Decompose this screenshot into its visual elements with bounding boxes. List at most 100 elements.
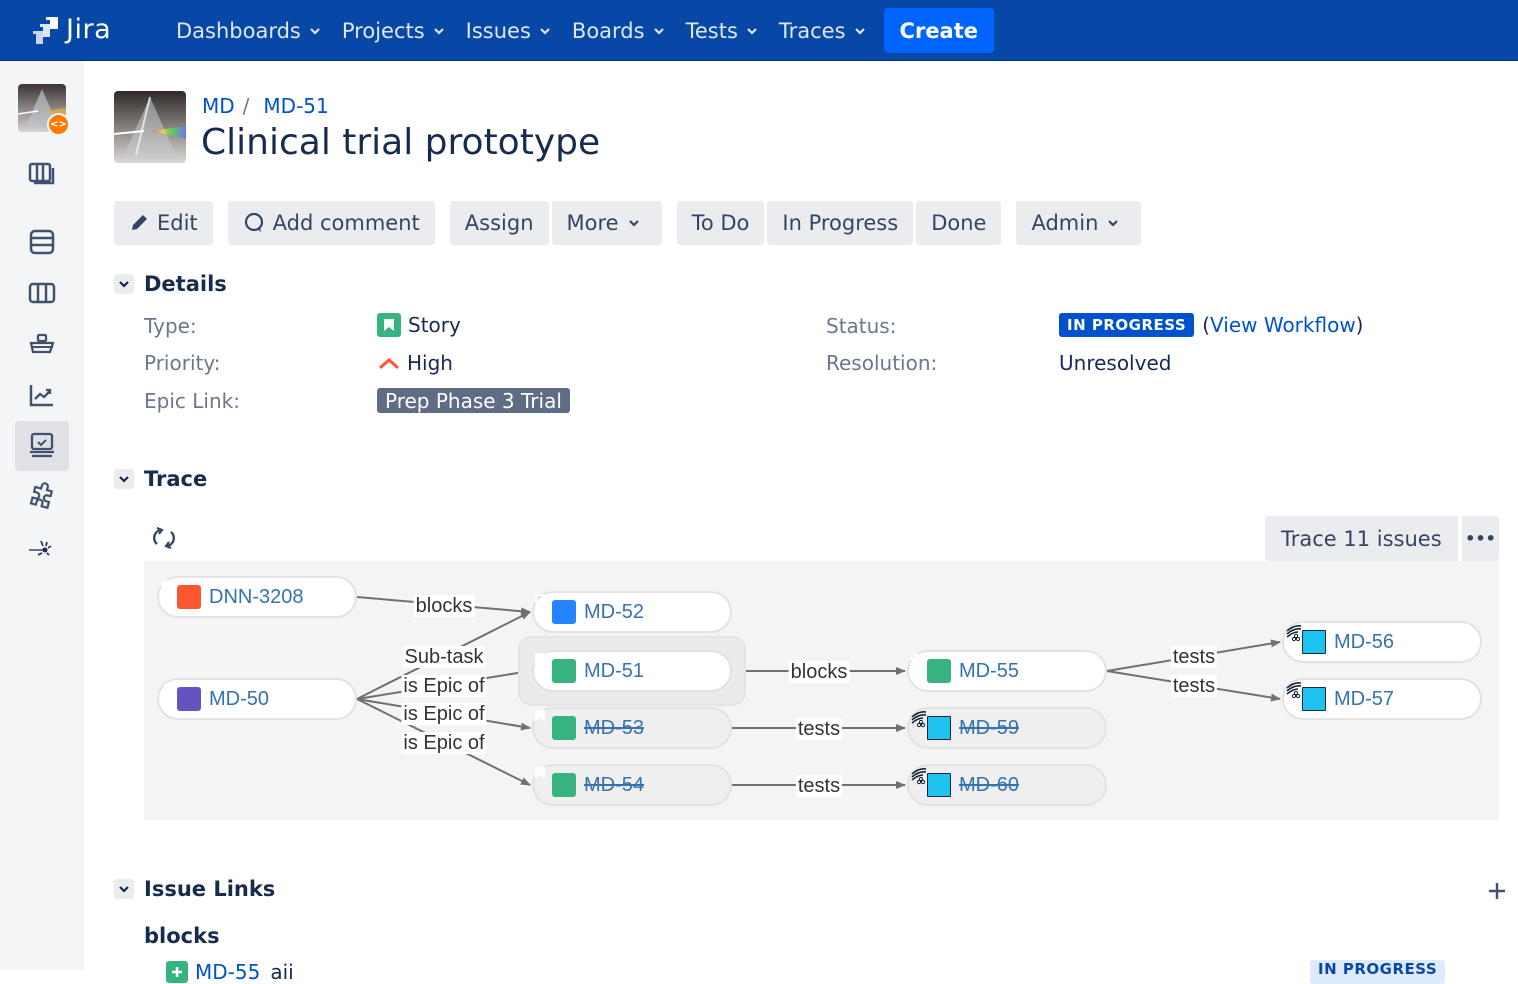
trace-section-header[interactable]: Trace (114, 467, 207, 491)
jira-logo-text: Jira (66, 14, 112, 45)
sidebar-item-releases[interactable] (15, 319, 69, 369)
collapse-toggle-icon[interactable] (114, 274, 134, 294)
trace-issues-button[interactable]: Trace 11 issues (1265, 516, 1458, 561)
refresh-icon[interactable] (151, 525, 177, 551)
collapse-toggle-icon[interactable] (114, 879, 134, 899)
edit-button-label: Edit (157, 211, 198, 235)
trace-node-dnn-3208[interactable]: DNN-3208 (157, 576, 357, 618)
trace-node-md-51[interactable]: MD-51 (532, 650, 732, 692)
sidebar-item-backlog[interactable] (15, 149, 69, 199)
sidebar-item-add-ons[interactable] (15, 472, 69, 522)
chevron-down-icon (540, 27, 550, 35)
pencil-icon (132, 215, 147, 230)
issue-summary-title[interactable]: Clinical trial prototype (201, 122, 600, 163)
trace-node-key[interactable]: DNN-3208 (209, 586, 303, 609)
trace-section-title: Trace (144, 467, 208, 491)
trace-graph-canvas[interactable]: DNN-3208 MD-50 MD-52 MD-51 MD-53 MD-54 MD-55 MD… (144, 561, 1499, 820)
open-paren: ( (1202, 313, 1211, 337)
trace-node-md-57[interactable]: MD-57 (1282, 678, 1482, 720)
bug-issue-type-icon (161, 580, 201, 609)
epic-link-lozenge[interactable]: Prep Phase 3 Trial (377, 388, 570, 413)
nav-boards[interactable]: Boards (561, 19, 675, 43)
trace-edge-label: tests (1170, 675, 1218, 697)
resolution-label: Resolution: (826, 351, 938, 375)
add-link-button[interactable] (1484, 878, 1510, 904)
issue-links-section-header[interactable]: Issue Links (114, 877, 275, 901)
comment-icon (244, 212, 263, 232)
trace-node-key[interactable]: MD-55 (959, 660, 1019, 683)
linked-issue-row[interactable]: MD-55 aii (166, 960, 294, 984)
priority-value: High (377, 351, 453, 375)
add-comment-button-label: Add comment (272, 211, 420, 235)
breadcrumb-separator: / (242, 94, 250, 118)
resolution-value: Unresolved (1059, 351, 1172, 375)
trace-node-md-53[interactable]: MD-53 (532, 707, 732, 749)
details-section-title: Details (144, 272, 227, 296)
trace-node-key[interactable]: MD-53 (584, 717, 644, 740)
admin-button[interactable]: Admin (1016, 201, 1142, 245)
breadcrumb-project-link[interactable]: MD (202, 94, 235, 118)
trace-node-key[interactable]: MD-54 (584, 774, 644, 797)
jira-logo-icon (33, 16, 58, 44)
trace-node-key[interactable]: MD-60 (959, 774, 1019, 797)
sidebar-item-board-stack[interactable] (15, 217, 69, 267)
collapse-toggle-icon[interactable] (114, 469, 134, 489)
assign-button[interactable]: Assign (449, 201, 549, 245)
chevron-down-icon (747, 27, 757, 35)
trace-node-md-59[interactable]: MD-59 (907, 707, 1107, 749)
trace-edge-label: blocks (788, 661, 850, 683)
software-project-badge-icon: <> (47, 113, 70, 136)
trace-node-key[interactable]: MD-56 (1334, 631, 1394, 654)
create-button[interactable]: Create (883, 8, 995, 53)
transition-to-do-button[interactable]: To Do (676, 201, 765, 245)
epic-link-label: Epic Link: (144, 389, 240, 413)
trace-node-md-55[interactable]: MD-55 (907, 650, 1107, 692)
trace-node-key[interactable]: MD-50 (209, 688, 269, 711)
nav-projects[interactable]: Projects (331, 19, 455, 43)
issue-project-avatar[interactable] (114, 91, 186, 163)
edit-button[interactable]: Edit (114, 201, 213, 245)
transition-done-button[interactable]: Done (916, 201, 1002, 245)
nav-dashboards[interactable]: Dashboards (165, 19, 331, 43)
releases-ship-icon (29, 333, 55, 354)
nav-issues[interactable]: Issues (455, 19, 561, 43)
details-section-header[interactable]: Details (114, 272, 227, 296)
sidebar-item-tests[interactable] (15, 421, 69, 471)
trace-edge-label: is Epic of (401, 675, 487, 697)
trace-node-key[interactable]: MD-59 (959, 717, 1019, 740)
nav-traces[interactable]: Traces (768, 19, 876, 43)
jira-logo[interactable]: Jira (30, 14, 111, 45)
board-stack-icon (29, 229, 55, 255)
status-label: Status: (826, 314, 897, 338)
more-button[interactable]: More (551, 201, 662, 245)
trace-more-options-button[interactable]: ••• (1462, 516, 1499, 561)
add-comment-button[interactable]: Add comment (227, 201, 435, 245)
trace-edge-label: tests (1170, 646, 1218, 668)
chevron-down-icon (628, 220, 639, 227)
new-feature-issue-type-icon (910, 653, 951, 683)
trace-edge-label: is Epic of (401, 703, 487, 725)
nav-issues-label: Issues (465, 18, 531, 43)
nav-projects-label: Projects (341, 18, 425, 43)
trace-node-key[interactable]: MD-52 (584, 601, 644, 624)
trace-node-key[interactable]: MD-57 (1334, 688, 1394, 711)
trace-node-key[interactable]: MD-51 (584, 660, 644, 683)
trace-node-md-60[interactable]: MD-60 (907, 764, 1107, 806)
transition-in-progress-button[interactable]: In Progress (767, 201, 914, 245)
view-workflow-link[interactable]: View Workflow (1210, 313, 1356, 337)
trace-node-md-56[interactable]: MD-56 (1282, 621, 1482, 663)
trace-node-md-54[interactable]: MD-54 (532, 764, 732, 806)
breadcrumb-issue-link[interactable]: MD-51 (263, 94, 328, 118)
sidebar-item-tracer[interactable] (15, 523, 69, 573)
sidebar-item-board-columns[interactable] (15, 268, 69, 318)
board-columns-icon (28, 282, 56, 304)
sidebar-item-reports[interactable] (15, 370, 69, 420)
chevron-down-icon (854, 27, 865, 35)
trace-node-md-50[interactable]: MD-50 (157, 678, 357, 720)
trace-node-md-52[interactable]: MD-52 (532, 591, 732, 633)
chevron-down-icon (433, 27, 444, 35)
plus-icon (1489, 883, 1505, 899)
status-lozenge: IN PROGRESS (1059, 313, 1195, 337)
linked-issue-key[interactable]: MD-55 (195, 960, 260, 984)
nav-tests[interactable]: Tests (675, 19, 768, 43)
